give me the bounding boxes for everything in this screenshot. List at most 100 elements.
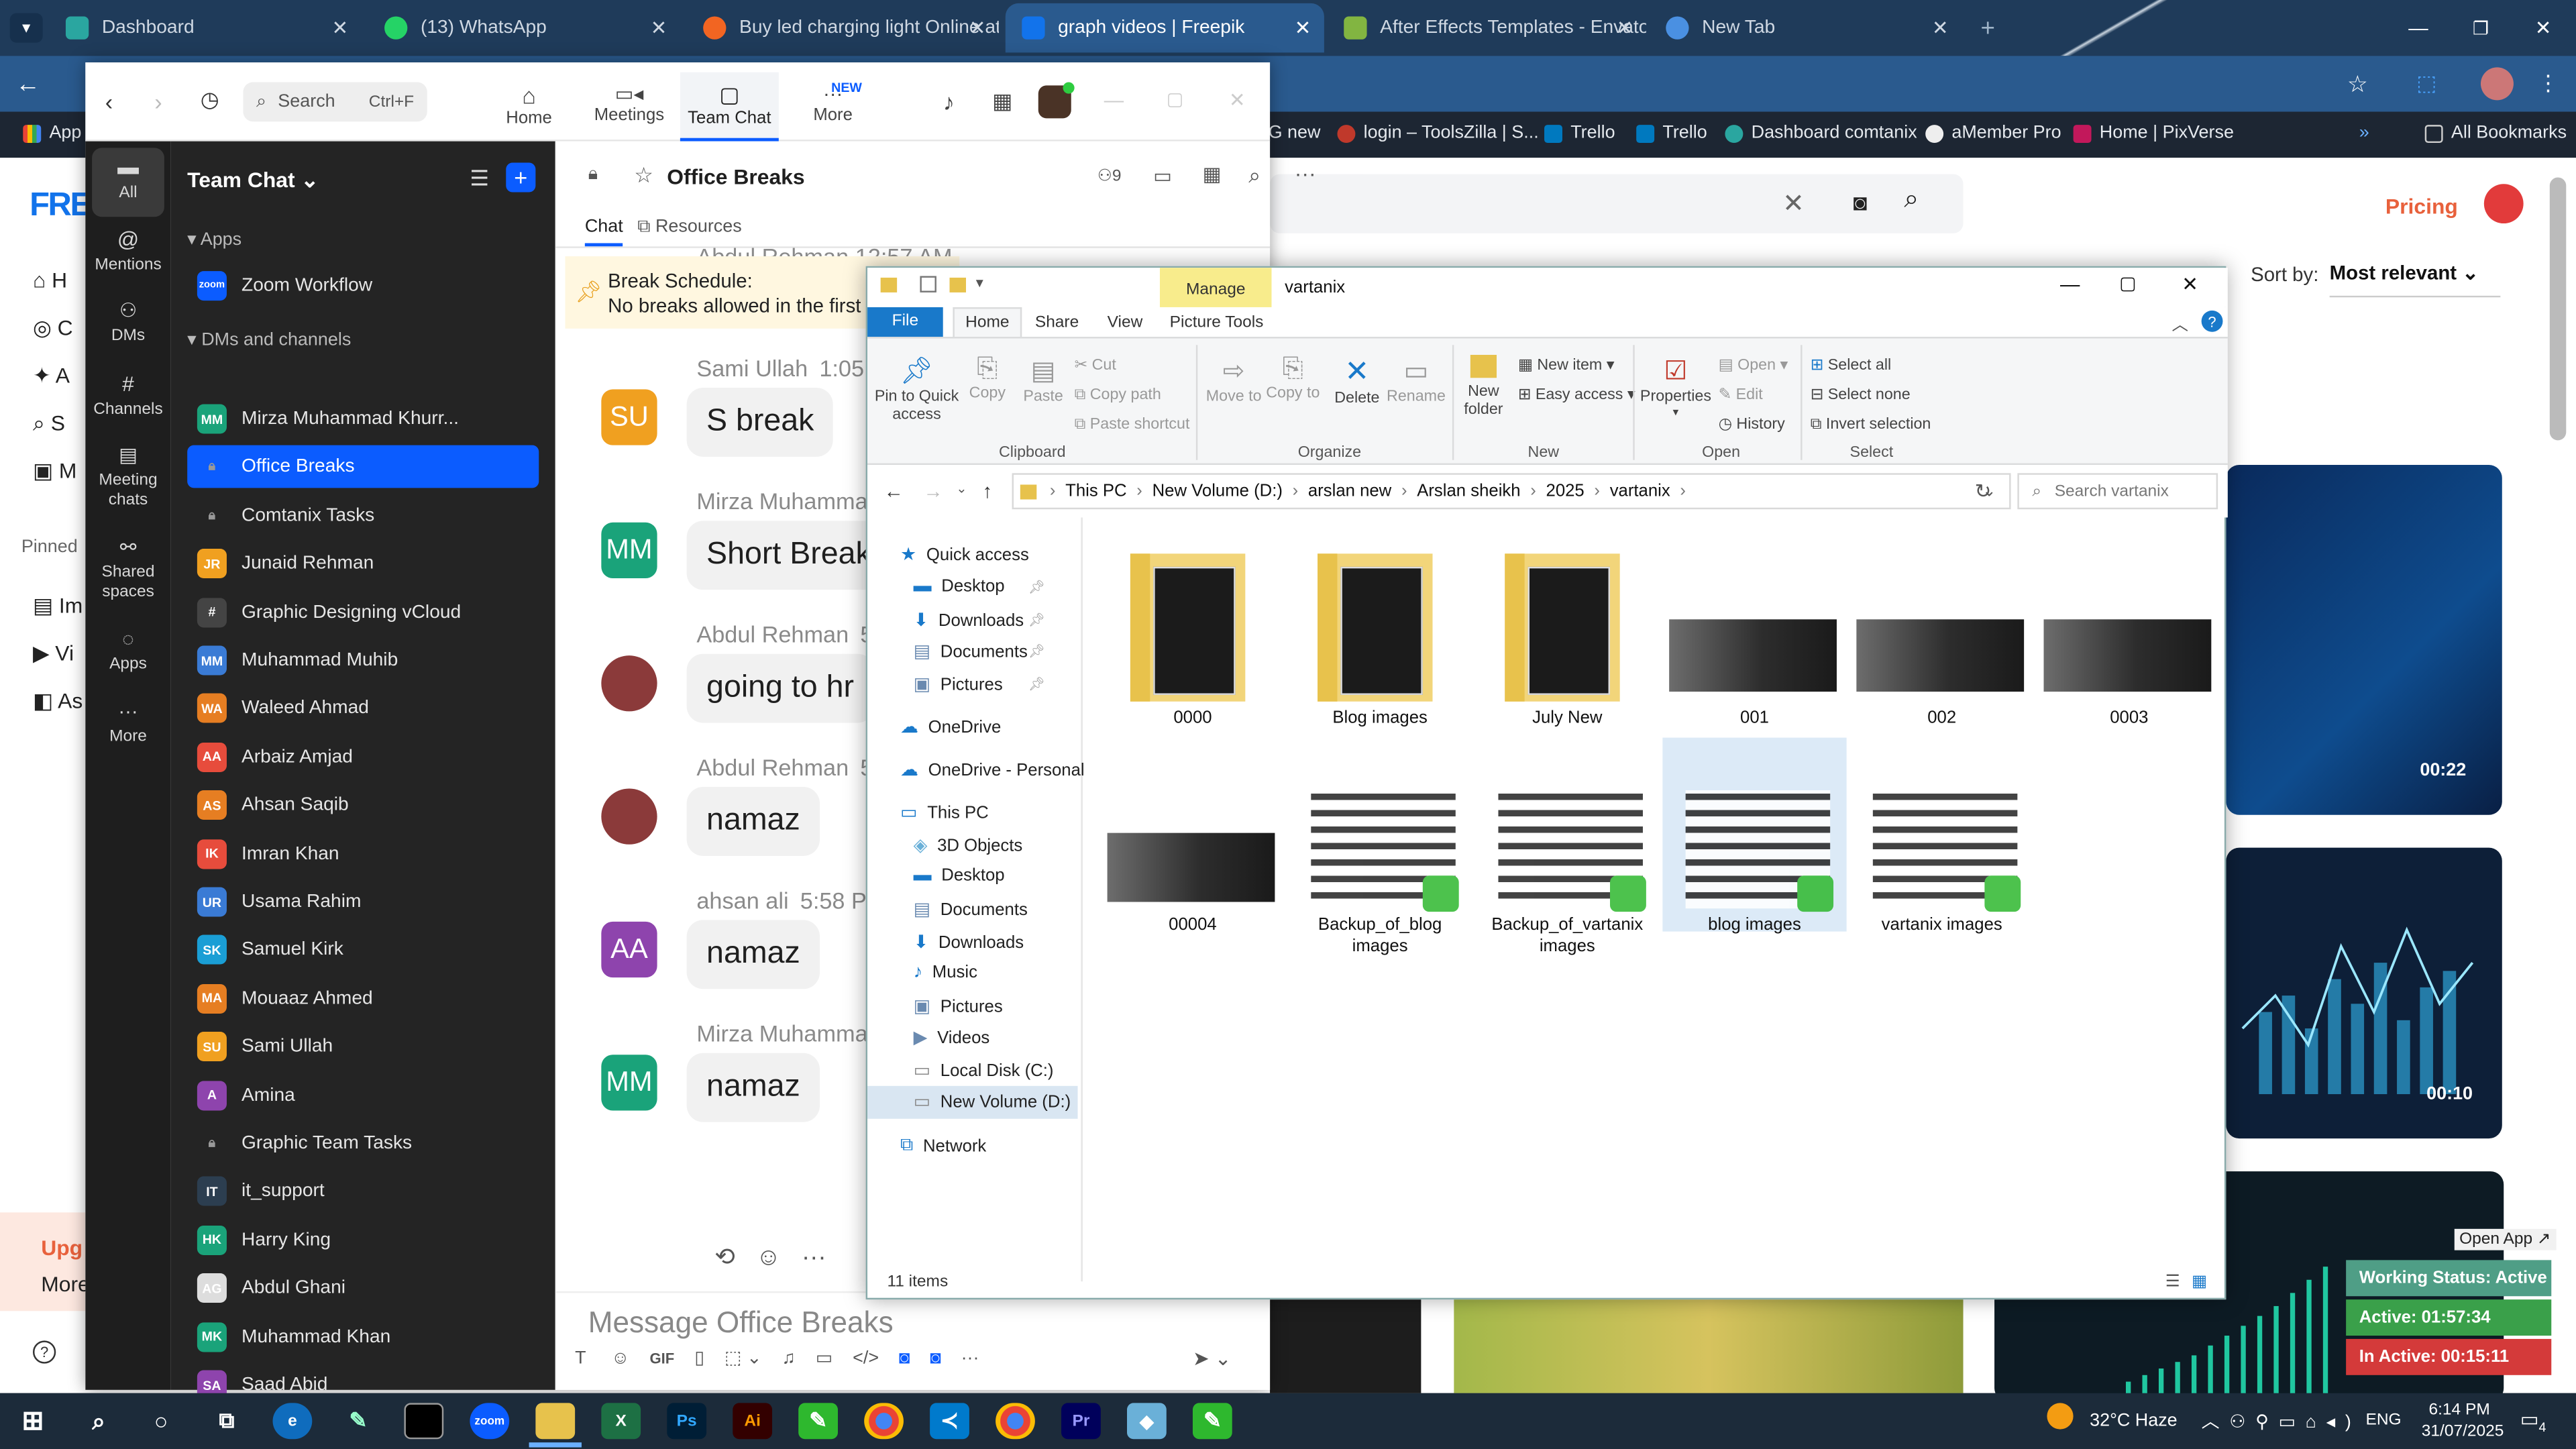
rail-meeting-chats[interactable]: ▤ Meeting chats bbox=[85, 443, 170, 511]
bookmark-item[interactable]: Home | PixVerse bbox=[2073, 123, 2234, 143]
upgrade-banner[interactable]: Upg More bbox=[0, 1212, 90, 1311]
refresh-icon[interactable]: ↻ bbox=[1975, 480, 1992, 502]
list-item[interactable]: A Amina bbox=[187, 1074, 539, 1117]
history-icon[interactable]: ◷ bbox=[201, 87, 219, 113]
list-item[interactable]: MM Mirza Muhammad Khurr... bbox=[187, 398, 539, 441]
nav-item[interactable]: ☁ OneDrive bbox=[900, 716, 1001, 738]
maximize-window-button[interactable]: ❐ bbox=[2464, 13, 2497, 43]
tray-icons[interactable]: ︿⚇⚲▭⌂◂) bbox=[2202, 1408, 2361, 1434]
folder-item[interactable]: July New bbox=[1475, 531, 1659, 728]
message-bubble[interactable]: Short Break bbox=[686, 521, 892, 590]
premiere-icon[interactable]: Pr bbox=[1061, 1403, 1101, 1440]
crumb[interactable]: vartanix bbox=[1610, 482, 1670, 501]
list-item[interactable]: MA Mouaaz Ahmed bbox=[187, 977, 539, 1020]
bookmark-item[interactable]: G new bbox=[1269, 123, 1321, 143]
manage-tab[interactable]: Manage bbox=[1159, 268, 1272, 307]
recent-locations-icon[interactable]: ⌄ bbox=[956, 482, 967, 496]
rail-shared-spaces[interactable]: ⚯ Shared spaces bbox=[85, 535, 170, 602]
tab-chat[interactable]: Chat bbox=[584, 217, 623, 247]
file-item[interactable]: Backup_of_vartanix images bbox=[1475, 738, 1659, 956]
camera-search-icon[interactable]: ◙ bbox=[1853, 189, 1867, 215]
close-window-button[interactable]: ✕ bbox=[2527, 13, 2560, 43]
message-bubble[interactable]: going to hr bbox=[686, 653, 874, 723]
tab-file[interactable]: File bbox=[867, 307, 943, 337]
apps-section-toggle[interactable]: ▾ Apps bbox=[187, 228, 241, 250]
close-tab-icon[interactable]: ✕ bbox=[969, 16, 986, 39]
video-thumbnail[interactable] bbox=[1454, 1297, 1964, 1393]
collapse-ribbon-icon[interactable]: ︿ bbox=[2172, 311, 2188, 335]
start-windows-icon[interactable]: ⊞ bbox=[13, 1403, 53, 1439]
up-arrow-icon[interactable]: ↑ bbox=[982, 480, 992, 502]
app-icon[interactable]: ◙ bbox=[899, 1349, 910, 1368]
close-tab-icon[interactable]: ✕ bbox=[1295, 16, 1311, 39]
screenshot-icon[interactable]: ⬚ bbox=[724, 1349, 741, 1368]
list-item[interactable]: AS Ahsan Saqib bbox=[187, 784, 539, 827]
folder-item[interactable]: 0000 bbox=[1101, 531, 1285, 728]
more-options-icon[interactable]: ··· bbox=[961, 1349, 979, 1368]
rail-apps[interactable]: ◌ Apps bbox=[85, 628, 170, 676]
members-count[interactable]: ⚇9 bbox=[1097, 168, 1122, 186]
paste-shortcut-button[interactable]: ⧉ Paste shortcut bbox=[1075, 411, 1190, 440]
sidebar-item[interactable]: ◎ C bbox=[33, 304, 77, 352]
new-folder-qat-icon[interactable] bbox=[949, 277, 966, 292]
message-input[interactable]: Message Office Breaks bbox=[588, 1306, 894, 1340]
tab-resources[interactable]: ⧉ Resources bbox=[637, 217, 742, 238]
browser-tab[interactable]: New Tab ✕ bbox=[1650, 3, 1962, 52]
sidebar-item[interactable]: ▣ M bbox=[33, 447, 77, 494]
back-arrow-icon[interactable]: ‹ bbox=[105, 89, 113, 115]
calendar-icon[interactable]: ▦ bbox=[1203, 162, 1222, 185]
file-item[interactable]: 0003 bbox=[2037, 531, 2221, 728]
avatar[interactable] bbox=[601, 788, 657, 845]
file-item[interactable]: 002 bbox=[1850, 531, 2034, 728]
select-none-button[interactable]: ⊟ Select none bbox=[1811, 381, 1931, 411]
back-arrow-icon[interactable]: ← bbox=[13, 69, 43, 99]
bookmark-item[interactable]: Trello bbox=[1636, 123, 1707, 143]
new-tab-button[interactable]: + bbox=[1972, 13, 2004, 43]
new-chat-button[interactable]: + bbox=[506, 162, 536, 193]
crumb[interactable]: Arslan sheikh bbox=[1417, 482, 1520, 501]
user-avatar[interactable] bbox=[2483, 184, 2524, 224]
nav-item[interactable]: ▬ Desktop bbox=[914, 866, 1005, 885]
vscode-icon[interactable]: ≺ bbox=[930, 1403, 969, 1440]
close-tab-icon[interactable]: ✕ bbox=[1932, 16, 1949, 39]
minimize-icon[interactable]: — bbox=[1104, 89, 1124, 111]
file-item[interactable]: 001 bbox=[1662, 531, 1846, 728]
nav-item[interactable]: ▤ Documents 📌︎ bbox=[914, 641, 1045, 662]
video-icon[interactable]: ▭ bbox=[1153, 164, 1172, 187]
terminal-icon[interactable] bbox=[404, 1403, 444, 1440]
rail-channels[interactable]: # Channels bbox=[85, 371, 170, 420]
weather-icon[interactable] bbox=[2047, 1403, 2074, 1430]
close-tab-icon[interactable]: ✕ bbox=[651, 16, 667, 39]
search-icon[interactable]: ⌕ bbox=[1904, 186, 1919, 215]
photoshop-icon[interactable]: Ps bbox=[667, 1403, 707, 1440]
list-item[interactable]: 🔒︎ Comtanix Tasks bbox=[187, 494, 539, 537]
nav-item[interactable]: ⧉ Network bbox=[900, 1135, 986, 1157]
list-item[interactable]: UR Usama Rahim bbox=[187, 881, 539, 924]
nav-item[interactable]: ▣ Pictures bbox=[914, 996, 1003, 1017]
nav-meetings[interactable]: ▭◂ Meetings bbox=[592, 82, 667, 125]
freepik-logo[interactable]: FRE bbox=[30, 187, 92, 225]
list-item[interactable]: AG Abdul Ghani bbox=[187, 1267, 539, 1310]
sidebar-item[interactable]: ⌕ S bbox=[33, 399, 77, 447]
list-item[interactable]: 🔒︎ Graphic Team Tasks bbox=[187, 1122, 539, 1165]
rail-more[interactable]: ··· More bbox=[85, 700, 170, 747]
notification-icon[interactable]: ▭4 bbox=[2520, 1408, 2546, 1435]
message-bubble[interactable]: namaz bbox=[686, 1053, 820, 1122]
nav-team-chat[interactable]: ▢ Team Chat bbox=[680, 72, 779, 142]
nav-item[interactable]: ◈ 3D Objects bbox=[914, 835, 1023, 856]
close-tab-icon[interactable]: ✕ bbox=[1617, 16, 1633, 39]
list-item[interactable]: MM Muhammad Muhib bbox=[187, 639, 539, 682]
message-bubble[interactable]: S break bbox=[686, 387, 834, 457]
pricing-link[interactable]: Pricing bbox=[2385, 194, 2458, 219]
zoom-app-icon[interactable]: zoom bbox=[470, 1403, 510, 1440]
gif-icon[interactable]: GIF bbox=[650, 1350, 675, 1366]
all-bookmarks[interactable]: All Bookmarks bbox=[2424, 123, 2567, 143]
minimize-window-button[interactable]: — bbox=[2402, 13, 2434, 43]
pin-quick-access-button[interactable]: 📌︎ Pin to Quick access bbox=[874, 355, 959, 424]
crumb[interactable]: 2025 bbox=[1546, 482, 1585, 501]
browser-tab-active[interactable]: graph videos | Freepik ✕ bbox=[1005, 3, 1324, 53]
help-icon[interactable]: ? bbox=[32, 1340, 56, 1364]
code-icon[interactable]: </> bbox=[853, 1349, 879, 1368]
cortana-icon[interactable]: ○ bbox=[142, 1403, 181, 1439]
delete-button[interactable]: ✕ Delete bbox=[1328, 355, 1387, 407]
